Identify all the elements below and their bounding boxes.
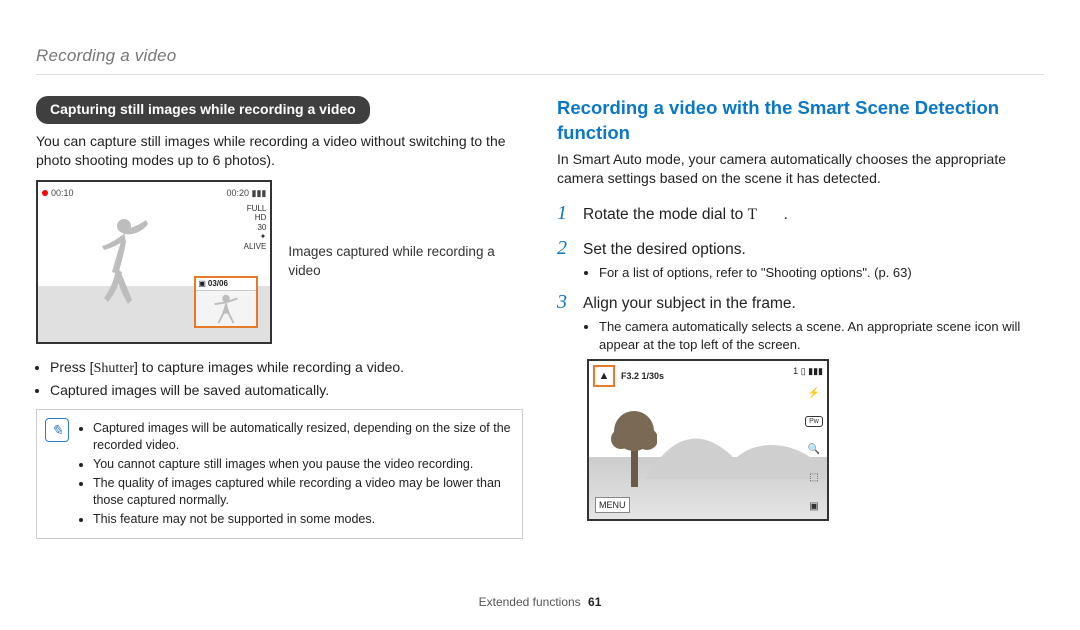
step-number-1: 1 — [557, 200, 573, 227]
misc-icon: ⬚ — [807, 471, 821, 485]
tree-icon — [611, 403, 657, 487]
record-icon — [42, 190, 48, 196]
step-2-text: Set the desired options. — [583, 240, 746, 261]
scene-screenshot: ▲ F3.2 1/30s 1 ▯ ▮▮▮ — [587, 359, 829, 521]
breadcrumb: Recording a video — [36, 45, 176, 68]
note-2: You cannot capture still images when you… — [93, 456, 512, 473]
divider — [36, 74, 1044, 75]
note-icon: ✎ — [45, 418, 69, 442]
screenshot-caption: Images captured while recording a video — [288, 243, 523, 279]
scene-icon: ▲ — [593, 365, 615, 387]
note-box: ✎ Captured images will be automatically … — [36, 409, 523, 538]
right-intro: In Smart Auto mode, your camera automati… — [557, 150, 1044, 188]
exposure-readout: F3.2 1/30s — [621, 370, 664, 382]
left-column: Capturing still images while recording a… — [36, 96, 523, 539]
note-1: Captured images will be automatically re… — [93, 420, 512, 454]
note-3: The quality of images captured while rec… — [93, 475, 512, 509]
step-number-2: 2 — [557, 235, 573, 262]
hills — [645, 419, 825, 479]
footer: Extended functions 61 — [0, 594, 1080, 610]
note-4: This feature may not be supported in som… — [93, 511, 512, 528]
pw-icon: Pw — [805, 416, 823, 427]
side-indicators: FULL HD 30 ✦ ALIVE — [244, 204, 267, 252]
right-heading: Recording a video with the Smart Scene D… — [557, 96, 1044, 146]
menu-chip: MENU — [595, 497, 630, 513]
section-pill: Capturing still images while recording a… — [36, 96, 370, 124]
step-2-sub: For a list of options, refer to "Shootin… — [599, 264, 1044, 282]
footer-section: Extended functions — [479, 595, 581, 609]
bullet-shutter: Press [Shutter] to capture images while … — [50, 358, 523, 379]
page-number: 61 — [588, 595, 601, 609]
right-column: Recording a video with the Smart Scene D… — [557, 96, 1044, 539]
flash-icon: ⚡ — [807, 387, 821, 401]
thumb-figure — [196, 291, 256, 325]
mode-dial-icon: T — [748, 205, 784, 226]
shots-remaining: 1 ▯ ▮▮▮ — [793, 365, 823, 387]
display-icon: ▣ — [807, 500, 821, 514]
thumb-count: 03/06 — [208, 279, 228, 290]
bullet-autosave: Captured images will be saved automatica… — [50, 381, 523, 400]
step-1-text: Rotate the mode dial to T. — [583, 205, 788, 226]
camera-icon: ▣ — [198, 279, 206, 290]
step-3-text: Align your subject in the frame. — [583, 294, 796, 315]
right-icon-strip: ⚡ Pw 🔍 ⬚ ▣ — [805, 387, 823, 513]
step-3-sub: The camera automatically selects a scene… — [599, 318, 1044, 353]
left-intro: You can capture still images while recor… — [36, 132, 523, 170]
rec-time: 00:10 — [42, 187, 74, 199]
left-bullets: Press [Shutter] to capture images while … — [36, 358, 523, 400]
skater-figure — [94, 216, 148, 306]
video-screenshot: 00:10 00:20 ▮▮▮ FULL HD 30 ✦ ALIVE — [36, 180, 272, 344]
capture-thumbnail: ▣ 03/06 — [194, 276, 258, 328]
step-number-3: 3 — [557, 289, 573, 316]
zoom-icon: 🔍 — [807, 443, 821, 457]
remain-time: 00:20 ▮▮▮ — [226, 187, 266, 199]
